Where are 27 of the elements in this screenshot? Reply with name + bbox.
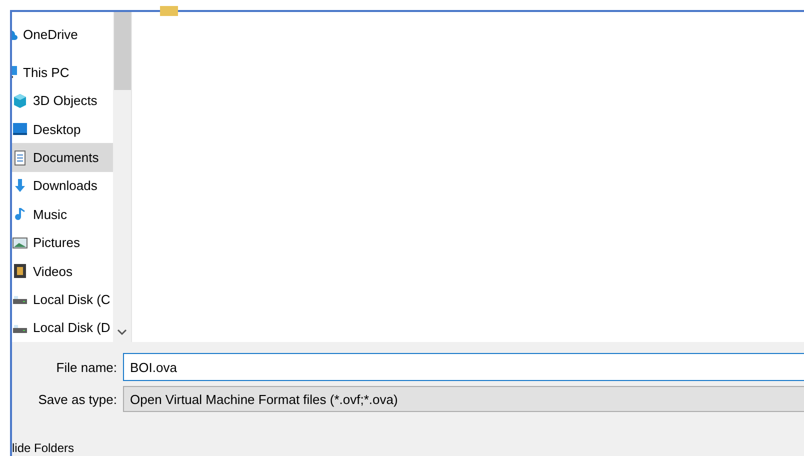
- nav-item[interactable]: Downloads: [12, 172, 113, 200]
- file-name-label: File name:: [55, 360, 117, 374]
- pc-icon: [12, 64, 18, 80]
- nav-item[interactable]: Videos: [12, 256, 113, 286]
- music-icon: [12, 206, 28, 222]
- nav-item[interactable]: This PC: [12, 58, 113, 87]
- picture-icon: [12, 234, 28, 251]
- folder-icon: [160, 6, 178, 16]
- nav-item[interactable]: Local Disk (C: [12, 285, 113, 314]
- scrollbar-thumb[interactable]: [114, 12, 130, 90]
- chevron-down-icon[interactable]: [117, 329, 127, 336]
- save-as-type-label: Save as type:: [37, 392, 117, 406]
- cube-icon: [12, 92, 28, 109]
- file-name-field[interactable]: BOI.ova: [123, 353, 804, 381]
- video-icon: [12, 263, 28, 280]
- nav-item[interactable]: OneDrive: [12, 20, 113, 48]
- save-as-type-dropdown[interactable]: Open Virtual Machine Format files (*.ovf;*.ova): [123, 386, 804, 412]
- nav-item[interactable]: Documents: [12, 143, 113, 172]
- nav-item[interactable]: Music: [12, 200, 113, 229]
- desktop-icon: [12, 121, 28, 138]
- nav-item[interactable]: Desktop: [12, 114, 113, 144]
- nav-item[interactable]: 3D Objects: [12, 86, 113, 115]
- nav-item[interactable]: Local Disk (D: [12, 314, 113, 342]
- document-icon: [12, 150, 28, 166]
- hide-folders-link[interactable]: lide Folders: [12, 441, 804, 456]
- nav-item[interactable]: Pictures: [12, 228, 113, 257]
- download-icon: [12, 178, 28, 194]
